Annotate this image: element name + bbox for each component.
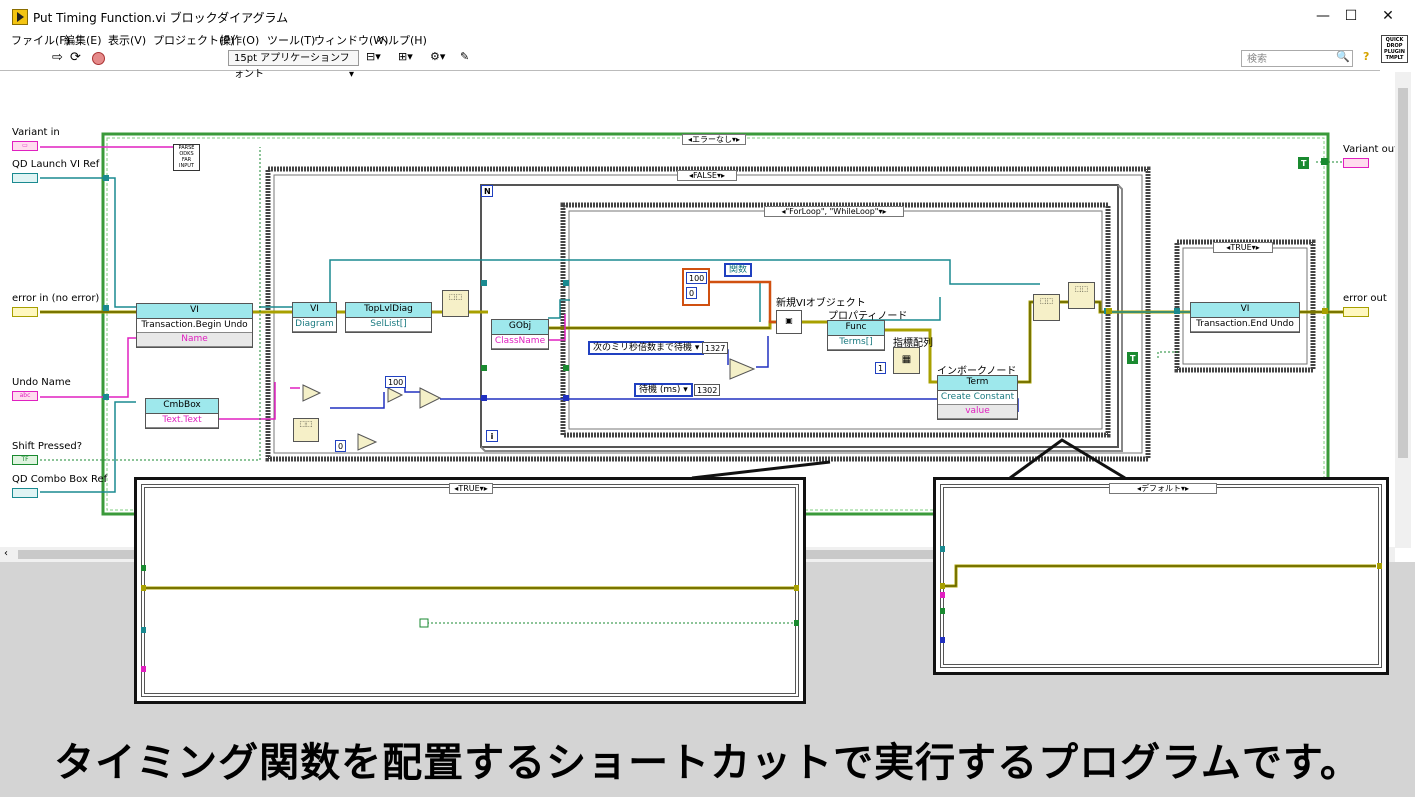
caption-text: タイミング関数を配置するショートカットで実行するプログラムです。 [54, 740, 1361, 786]
zoom-panel-default-case: ◂デフォルト▾▸ [933, 477, 1389, 675]
zoom-default-wires [940, 546, 1382, 643]
zoom-panel-true-case: ◂TRUE▾▸ [134, 477, 806, 704]
zoom-true-wires [141, 565, 799, 672]
